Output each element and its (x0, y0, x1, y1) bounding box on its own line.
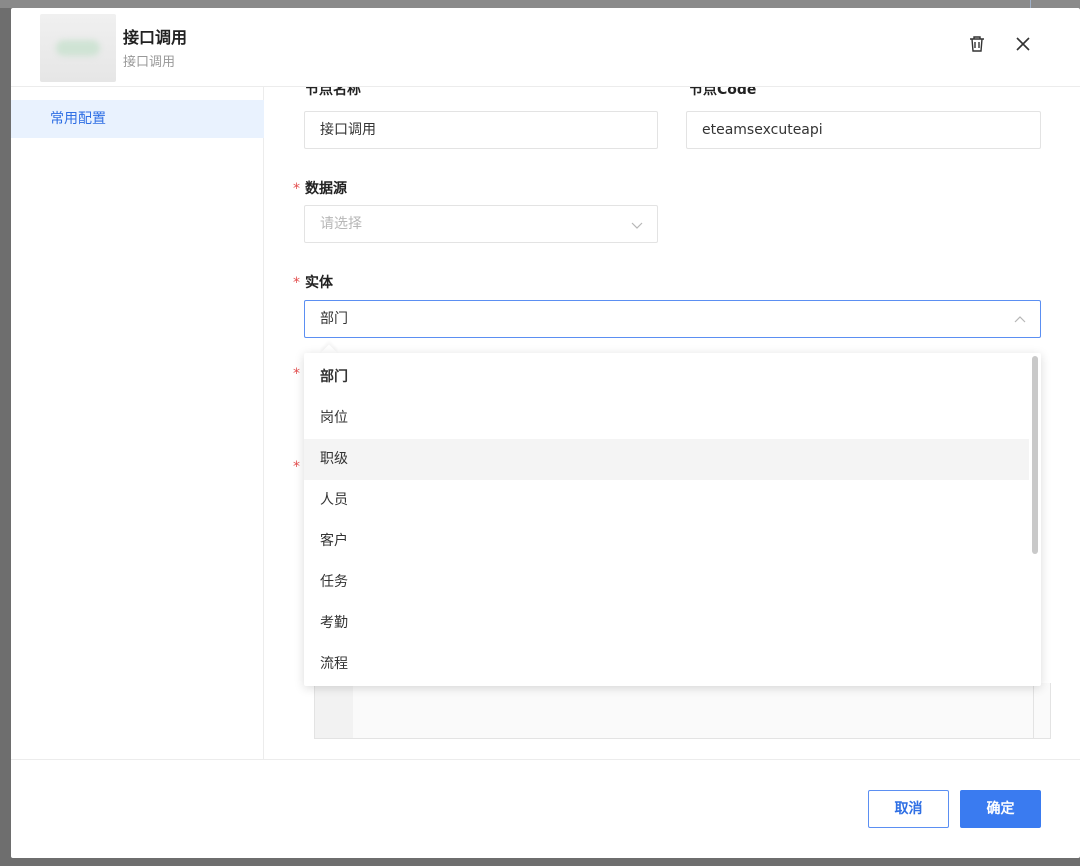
cancel-button[interactable]: 取消 (868, 790, 949, 828)
delete-icon[interactable] (965, 32, 989, 56)
node-name-label: 节点名称 (305, 87, 361, 98)
editor-gutter (315, 683, 353, 738)
dropdown-option[interactable]: 岗位 (304, 398, 1029, 439)
close-icon[interactable] (1011, 32, 1035, 56)
config-sidebar: 常用配置 (11, 87, 264, 759)
dialog-header: 接口调用 接口调用 (11, 8, 1080, 87)
required-marker: * (293, 459, 300, 475)
dialog-footer: 取消 确定 (11, 759, 1080, 858)
dialog-title: 接口调用 (123, 28, 188, 47)
entity-select[interactable]: 部门 (304, 300, 1041, 338)
sidebar-item-common-config[interactable]: 常用配置 (11, 100, 264, 138)
dropdown-option[interactable]: 职级 (304, 439, 1029, 480)
background-page (0, 0, 1080, 8)
chevron-down-icon (631, 222, 643, 229)
editor-divider (1033, 683, 1034, 738)
dropdown-option[interactable]: 客户 (304, 521, 1029, 562)
datasource-label: * 数据源 (293, 181, 347, 197)
entity-dropdown: 部门 岗位 职级 人员 客户 任务 考勤 流程 (304, 353, 1041, 686)
background-button (1030, 0, 1080, 8)
dropdown-option[interactable]: 人员 (304, 480, 1029, 521)
config-form: 节点名称 节点Code 接口调用 eteamsexcuteapi * 数据源 请选… (265, 87, 1080, 759)
dropdown-scrollbar[interactable] (1032, 356, 1038, 554)
dropdown-option[interactable]: 流程 (304, 644, 1029, 685)
node-config-dialog: 接口调用 接口调用 常用配置 节点名称 节点Code 接口调用 eteamsex… (11, 8, 1080, 858)
node-name-input[interactable]: 接口调用 (304, 111, 658, 149)
node-logo (40, 14, 116, 82)
code-editor[interactable] (314, 683, 1051, 739)
entity-label: * 实体 (293, 275, 333, 291)
node-code-label: 节点Code (689, 87, 757, 98)
chevron-up-icon (1014, 316, 1026, 323)
dropdown-option[interactable]: 考勤 (304, 603, 1029, 644)
datasource-select[interactable]: 请选择 (304, 205, 658, 243)
dropdown-option[interactable]: 任务 (304, 562, 1029, 603)
confirm-button[interactable]: 确定 (960, 790, 1041, 828)
dialog-subtitle: 接口调用 (123, 55, 176, 70)
dropdown-option[interactable]: 部门 (304, 357, 1029, 398)
background-page-bottom (0, 858, 1080, 866)
node-code-input[interactable]: eteamsexcuteapi (686, 111, 1041, 149)
required-marker: * (293, 366, 300, 382)
